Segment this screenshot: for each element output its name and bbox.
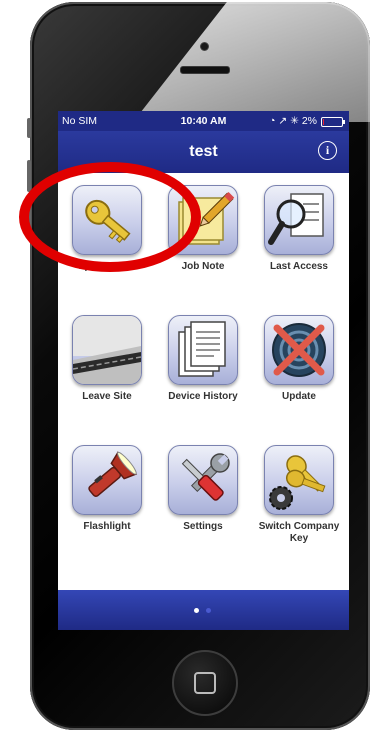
tile-update[interactable]: Update [254, 315, 344, 403]
status-bar: No SIM 10:40 AM ◔ ↗ ✳ 2% [58, 111, 349, 131]
mute-switch [27, 118, 31, 138]
tile-flashlight[interactable]: Flashlight [62, 445, 152, 533]
tile-label: Update [282, 391, 316, 402]
volume-up-button [27, 160, 31, 192]
page-indicator-dot[interactable] [206, 608, 211, 613]
magnifier-document-icon [264, 185, 334, 255]
home-button[interactable] [172, 650, 238, 716]
tile-label: Device History [168, 391, 238, 402]
flashlight-icon [72, 445, 142, 515]
tile-last-access[interactable]: Last Access [254, 185, 344, 273]
page-title: test [189, 143, 218, 160]
earpiece-speaker [180, 66, 230, 74]
info-button[interactable]: i [318, 141, 337, 160]
tile-label: Switch Company Key [258, 521, 340, 544]
tile-settings[interactable]: Settings [158, 445, 248, 533]
tile-device-history[interactable]: Device History [158, 315, 248, 403]
tile-label: Last Access [270, 261, 328, 272]
tile-leave-site[interactable]: Leave Site [62, 315, 152, 403]
tile-switch-company-key[interactable]: Switch Company Key [254, 445, 344, 545]
battery-icon [321, 117, 345, 127]
road-icon [72, 315, 142, 385]
keys-gear-icon [264, 445, 334, 515]
wrench-screwdriver-icon [168, 445, 238, 515]
tile-label: Flashlight [83, 521, 131, 532]
tile-label: Settings [183, 521, 223, 532]
bottom-bar [58, 590, 349, 630]
tile-label: Leave Site [82, 391, 132, 402]
status-indicators: ◔ ↗ ✳ 2% [269, 115, 317, 127]
documents-stack-icon [168, 315, 238, 385]
front-camera [200, 42, 209, 51]
highlight-circle [19, 162, 201, 272]
page-indicator-dot-active[interactable] [194, 608, 199, 613]
target-cross-icon [264, 315, 334, 385]
tile-label: Job Note [181, 261, 225, 272]
